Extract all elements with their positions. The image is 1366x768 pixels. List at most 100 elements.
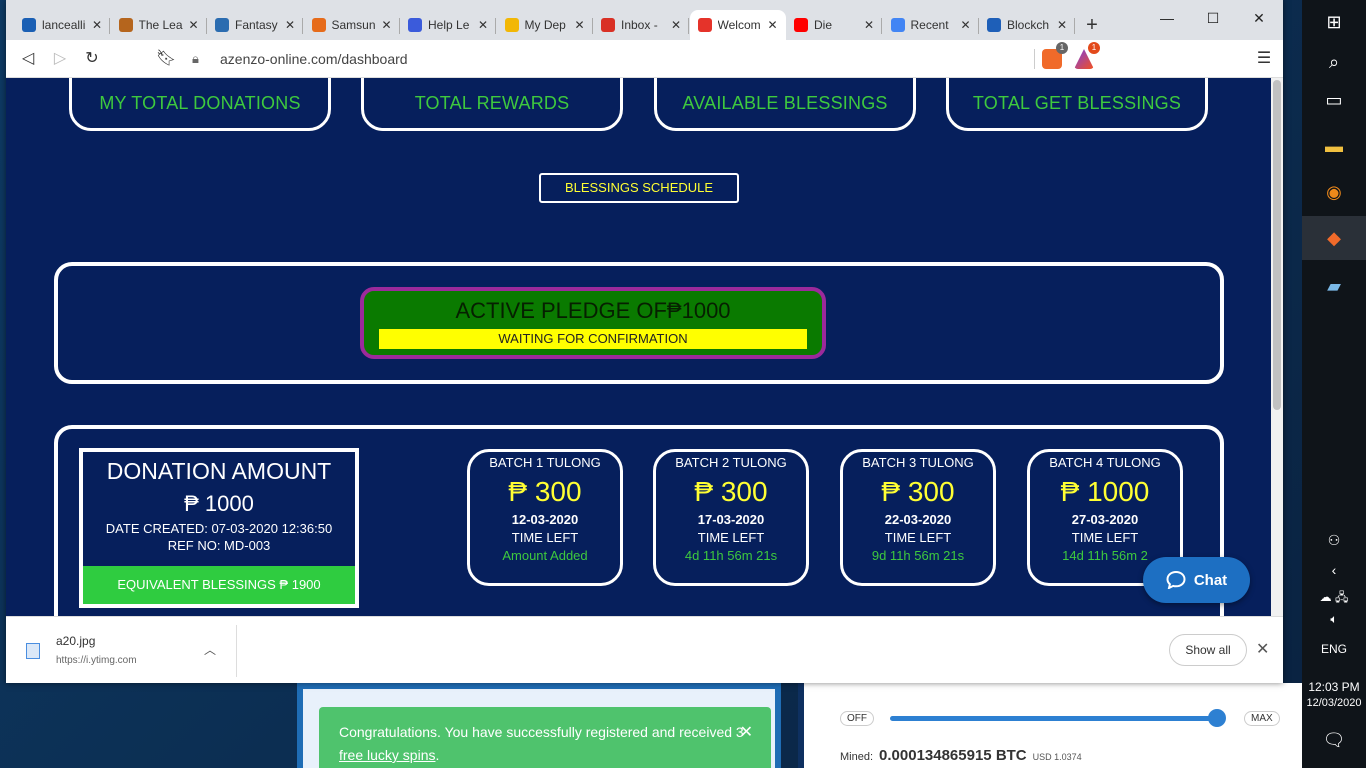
tab-close-icon[interactable]: ✕ xyxy=(860,18,878,32)
notice-close-icon[interactable]: ✕ xyxy=(740,721,753,744)
browser-tab[interactable]: Help Le ✕ xyxy=(400,10,496,40)
rewards-badge: 1 xyxy=(1088,42,1100,54)
browser-tab[interactable]: The Lea ✕ xyxy=(111,10,207,40)
batch-time-left-label: TIME LEFT xyxy=(884,530,952,545)
tab-close-icon[interactable]: ✕ xyxy=(1053,18,1071,32)
background-window-faucet: Congratulations. You have successfully r… xyxy=(297,683,781,768)
notice-end: . xyxy=(435,747,440,763)
url-divider xyxy=(1034,49,1035,69)
clock-time[interactable]: 12:03 PM xyxy=(1302,680,1366,694)
tab-close-icon[interactable]: ✕ xyxy=(378,18,396,32)
mined-readout: Mined: 0.000134865915 BTC USD 1.0374 xyxy=(840,747,1082,764)
browser-tab[interactable]: My Dep ✕ xyxy=(497,10,593,40)
my-total-donations-card[interactable]: MY TOTAL DONATIONS xyxy=(69,78,331,131)
batch-amount: ₱ 300 xyxy=(881,476,955,507)
bookmark-icon[interactable]: 🔖︎ xyxy=(152,46,180,72)
total-rewards-card[interactable]: TOTAL REWARDS xyxy=(361,78,623,131)
batch-amount: ₱ 1000 xyxy=(1060,476,1150,507)
chevron-left-icon[interactable]: ‹ xyxy=(1302,548,1366,592)
active-pledge-card: ACTIVE PLEDGE OF₱1000 WAITING FOR CONFIR… xyxy=(360,287,826,359)
new-tab-button[interactable]: + xyxy=(1078,12,1106,40)
tab-close-icon[interactable]: ✕ xyxy=(474,18,492,32)
browser-tab[interactable]: Die ✕ xyxy=(786,10,882,40)
browser-tab[interactable]: Fantasy ✕ xyxy=(207,10,303,40)
scrollbar-thumb[interactable] xyxy=(1273,80,1281,410)
task-view-icon[interactable]: ▭ xyxy=(1302,78,1366,122)
address-bar[interactable]: 🔒︎ azenzo-online.com/dashboard xyxy=(192,46,1092,72)
notepad-icon[interactable]: ▰ xyxy=(1302,264,1366,308)
tab-close-icon[interactable]: ✕ xyxy=(185,18,203,32)
tab-close-icon[interactable]: ✕ xyxy=(281,18,299,32)
browser-tab[interactable]: Recent ✕ xyxy=(883,10,979,40)
coin-app-icon[interactable]: ◉ xyxy=(1302,170,1366,214)
chat-label: Chat xyxy=(1193,571,1228,589)
download-file-name[interactable]: a20.jpg xyxy=(56,634,95,648)
menu-icon[interactable]: ☰ xyxy=(1250,46,1278,72)
tab-favicon-icon xyxy=(408,18,422,32)
maximize-button[interactable]: ☐ xyxy=(1190,6,1236,32)
batch-name: BATCH 1 TULONG xyxy=(489,455,601,470)
background-window-content: Congratulations. You have successfully r… xyxy=(303,689,775,768)
clock-date[interactable]: 12/03/2020 xyxy=(1302,697,1366,709)
tab-favicon-icon xyxy=(311,18,326,32)
forward-button[interactable]: ▷ xyxy=(46,46,74,72)
tab-title: Inbox - xyxy=(621,18,658,32)
chat-bubble-icon xyxy=(1166,571,1186,589)
tab-favicon-icon xyxy=(794,18,808,32)
mining-slider-knob[interactable] xyxy=(1208,709,1226,727)
off-label[interactable]: OFF xyxy=(840,711,874,726)
language-indicator[interactable]: ENG xyxy=(1302,642,1366,656)
reload-button[interactable]: ↻ xyxy=(78,46,106,72)
total-get-blessings-card[interactable]: TOTAL GET BLESSINGS xyxy=(946,78,1208,131)
tab-close-icon[interactable]: ✕ xyxy=(667,18,685,32)
batch-amount: ₱ 300 xyxy=(694,476,768,507)
action-center-icon[interactable]: 🗨︎ xyxy=(1302,718,1366,762)
volume-icon[interactable]: 🔈︎ xyxy=(1302,612,1366,627)
minimize-button[interactable]: — xyxy=(1144,6,1190,32)
tab-favicon-icon xyxy=(697,18,712,32)
tab-close-icon[interactable]: ✕ xyxy=(571,18,589,32)
browser-tab[interactable]: Blockch ✕ xyxy=(979,10,1075,40)
donation-ref: REF NO: MD-003 xyxy=(167,538,271,553)
brave-browser-icon[interactable]: ◆ xyxy=(1302,216,1366,260)
batch-card: BATCH 2 TULONG ₱ 300 17-03-2020 TIME LEF… xyxy=(653,449,809,586)
show-all-button[interactable]: Show all xyxy=(1169,634,1247,666)
browser-tab[interactable]: Welcom ✕ xyxy=(689,10,786,40)
donation-title: DONATION AMOUNT xyxy=(106,458,332,484)
tab-favicon-icon xyxy=(601,18,615,32)
mined-label: Mined: xyxy=(840,751,874,763)
batch-countdown: Amount Added xyxy=(502,548,588,563)
windows-start-icon[interactable]: ⊞ xyxy=(1302,0,1366,44)
browser-tab[interactable]: Inbox - ✕ xyxy=(593,10,689,40)
batch-amount: ₱ 300 xyxy=(508,476,582,507)
pledge-status-badge: WAITING FOR CONFIRMATION xyxy=(379,329,807,349)
tab-close-icon[interactable]: ✕ xyxy=(764,18,782,32)
shelf-divider xyxy=(236,625,237,677)
chat-button[interactable]: Chat xyxy=(1143,557,1250,603)
network-icon[interactable]: ☁ 🖧︎ xyxy=(1302,588,1366,609)
batch-name: BATCH 3 TULONG xyxy=(862,455,974,470)
mining-slider[interactable] xyxy=(890,716,1216,721)
available-blessings-card[interactable]: AVAILABLE BLESSINGS xyxy=(654,78,916,131)
registration-notice: Congratulations. You have successfully r… xyxy=(319,707,771,768)
tab-favicon-icon xyxy=(987,18,1001,32)
page-scrollbar[interactable] xyxy=(1271,78,1283,616)
browser-tab[interactable]: Samsun ✕ xyxy=(304,10,400,40)
tab-close-icon[interactable]: ✕ xyxy=(88,18,106,32)
max-label[interactable]: MAX xyxy=(1244,711,1280,726)
close-shelf-icon[interactable]: ✕ xyxy=(1256,639,1269,659)
file-explorer-icon[interactable]: ▬ xyxy=(1302,124,1366,168)
url-text: azenzo-online.com/dashboard xyxy=(220,51,408,67)
free-spins-link[interactable]: free lucky spins xyxy=(339,747,435,763)
close-window-button[interactable]: ✕ xyxy=(1236,6,1282,32)
pledge-title: ACTIVE PLEDGE OF₱1000 xyxy=(455,298,731,323)
browser-tab[interactable]: lancealli ✕ xyxy=(14,10,110,40)
tab-favicon-icon xyxy=(504,18,519,32)
tab-close-icon[interactable]: ✕ xyxy=(957,18,975,32)
batch-countdown: 9d 11h 56m 21s xyxy=(871,548,965,563)
dashboard-page: MY TOTAL DONATIONS TOTAL REWARDS AVAILAB… xyxy=(6,78,1271,616)
donation-amount-card: DONATION AMOUNT ₱ 1000 DATE CREATED: 07-… xyxy=(79,448,359,608)
chevron-up-icon[interactable]: ︿ xyxy=(204,641,216,658)
blessings-schedule-button[interactable]: BLESSINGS SCHEDULE xyxy=(539,173,739,203)
back-button[interactable]: ◁ xyxy=(14,46,42,72)
